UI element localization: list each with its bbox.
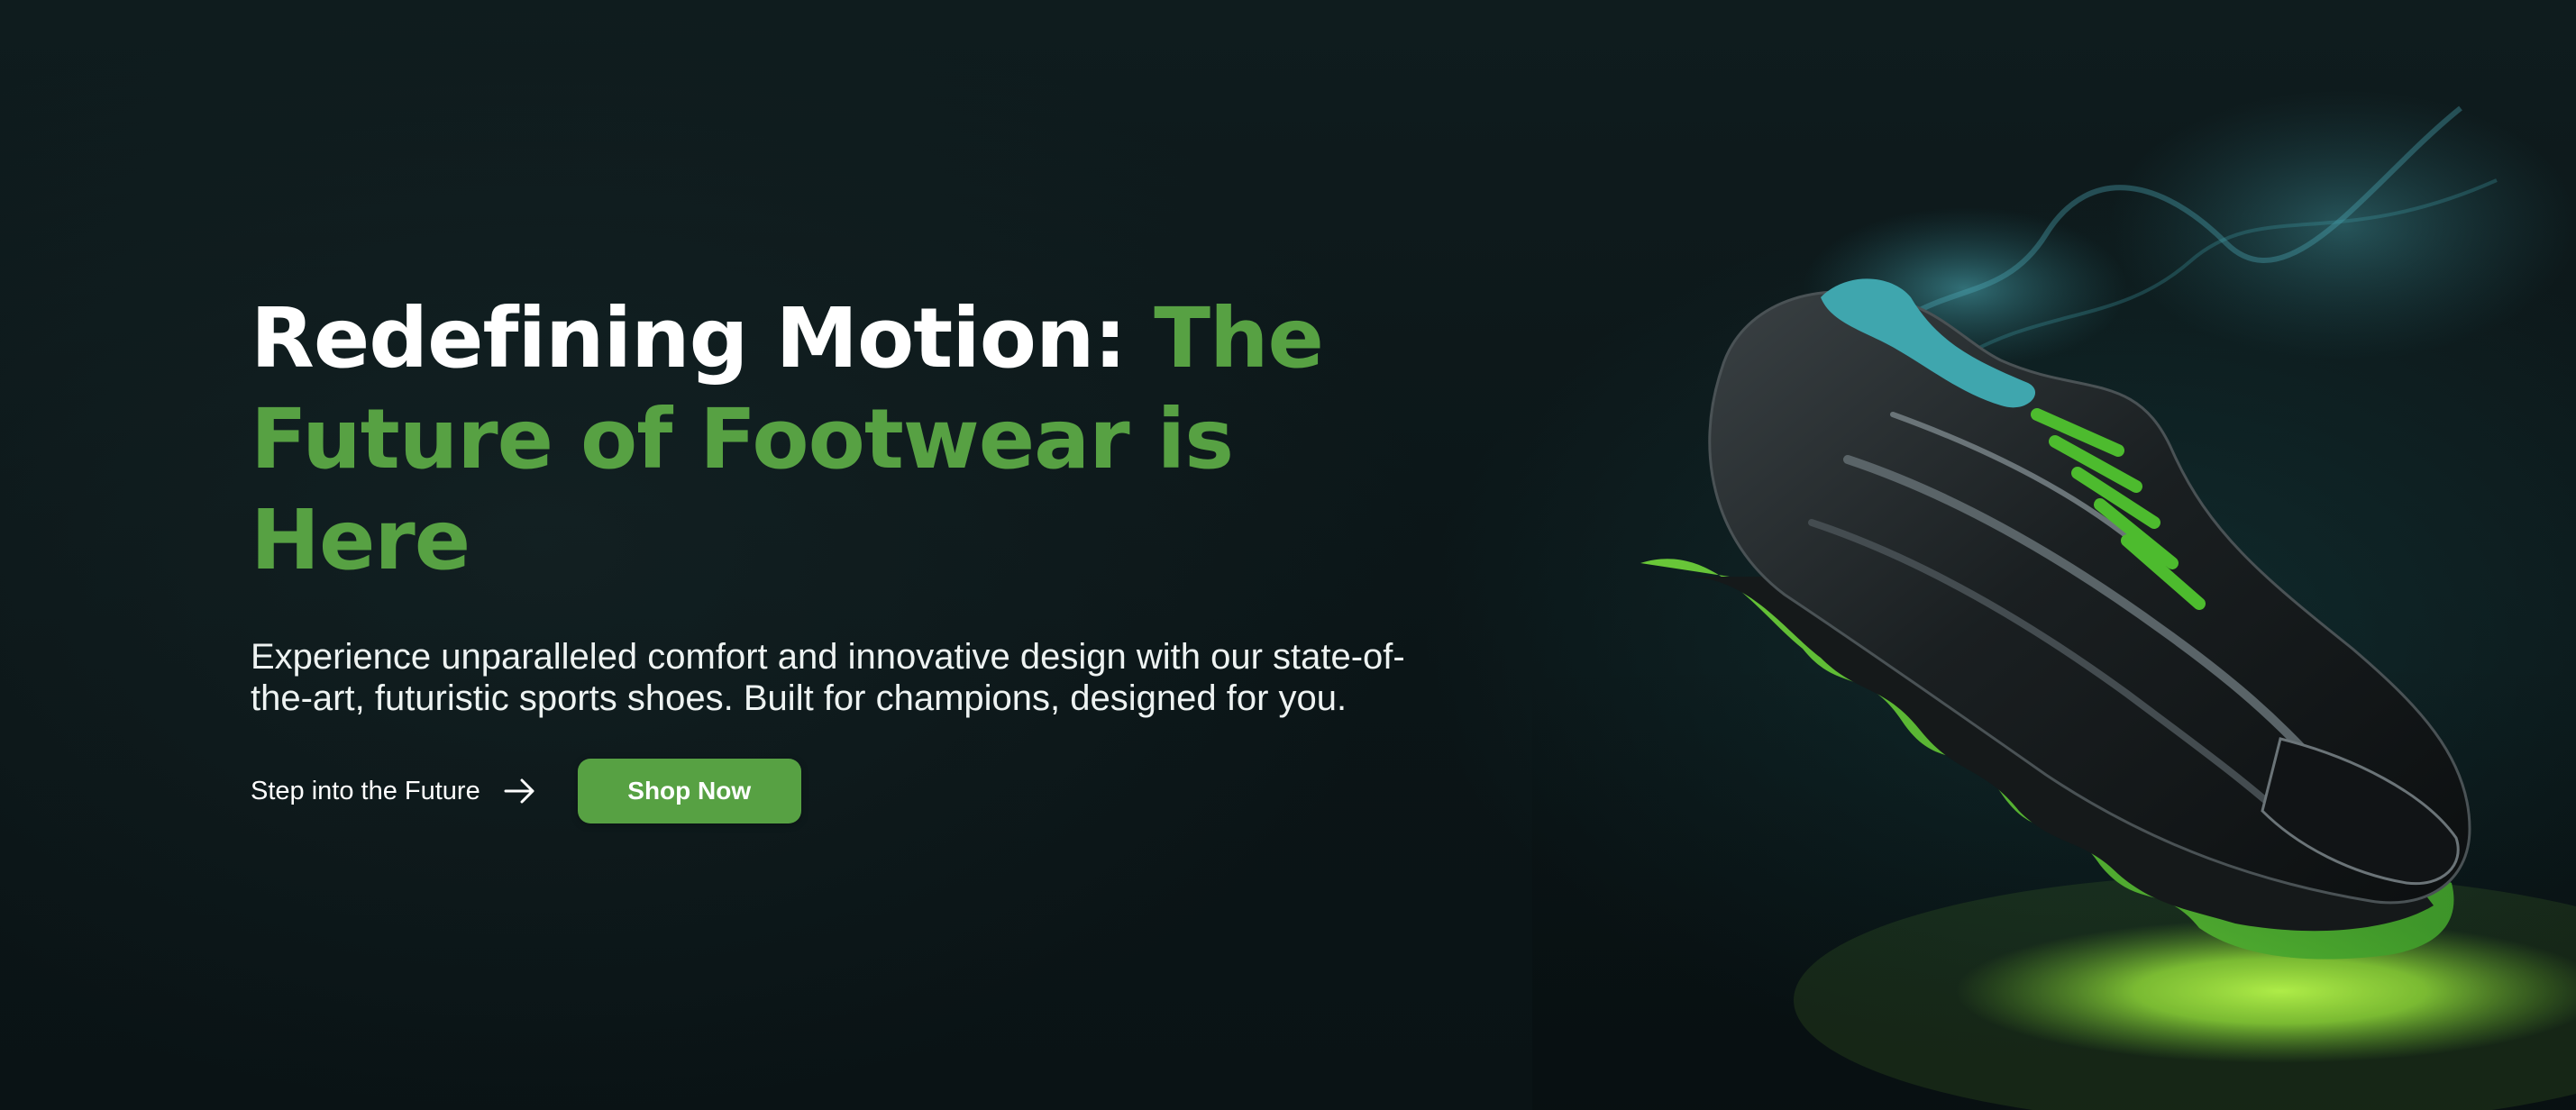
sneaker-image [1640,90,2576,1110]
smoke-wisp [2109,90,2576,360]
hero-content: Redefining Motion: The Future of Footwea… [251,288,1476,719]
hero-headline: Redefining Motion: The Future of Footwea… [251,288,1476,591]
step-into-future-link[interactable]: Step into the Future [251,773,538,809]
hero-actions: Step into the Future Shop Now [251,759,801,823]
headline-main-text: Redefining Motion: [251,290,1155,387]
step-into-future-label: Step into the Future [251,776,480,805]
shop-now-button[interactable]: Shop Now [577,759,801,823]
arrow-right-icon [504,778,534,804]
hero-description: Experience unparalleled comfort and inno… [251,637,1405,718]
hero-section: Redefining Motion: The Future of Footwea… [0,0,2576,1110]
